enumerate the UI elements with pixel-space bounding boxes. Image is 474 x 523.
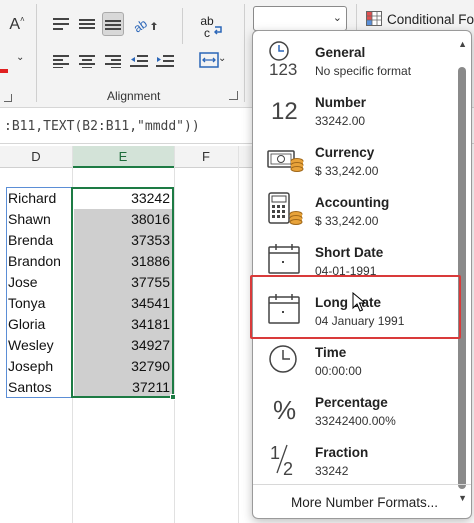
chevron-down-icon[interactable]: ⌄ bbox=[333, 11, 342, 24]
currency-icon bbox=[265, 139, 305, 179]
decrease-indent-button[interactable] bbox=[128, 50, 150, 72]
format-item-fraction[interactable]: 1 2 Fraction 33242 bbox=[253, 433, 453, 483]
ribbon-separator bbox=[244, 4, 245, 102]
selected-range-border bbox=[71, 187, 174, 398]
format-sample: 00:00:00 bbox=[315, 364, 362, 378]
grid-line bbox=[238, 146, 239, 523]
format-sample: $ 33,242.00 bbox=[315, 214, 379, 228]
align-left-icon bbox=[53, 55, 69, 68]
caret-up-icon: ˄ bbox=[20, 14, 25, 24]
wrap-arrow-icon bbox=[214, 26, 222, 35]
align-right-icon bbox=[105, 55, 121, 68]
wrap-text-label-2: c bbox=[204, 26, 210, 40]
increase-indent-icon bbox=[156, 55, 174, 67]
svg-text:123: 123 bbox=[269, 60, 297, 79]
column-header-f[interactable]: F bbox=[174, 146, 238, 168]
top-align-button[interactable] bbox=[50, 12, 72, 36]
conditional-formatting-label: Conditional For bbox=[387, 12, 474, 27]
scroll-up-icon[interactable]: ▲ bbox=[458, 39, 467, 49]
format-item-accounting[interactable]: Accounting $ 33,242.00 bbox=[253, 183, 453, 233]
chevron-down-icon[interactable]: ⌄ bbox=[218, 53, 226, 64]
format-name: Currency bbox=[315, 145, 375, 160]
merge-center-button[interactable]: ⌄ bbox=[194, 48, 226, 72]
format-item-time[interactable]: Time 00:00:00 bbox=[253, 333, 453, 383]
fraction-icon: 12 bbox=[265, 439, 305, 479]
merge-center-icon bbox=[199, 52, 219, 68]
decrease-indent-icon bbox=[130, 55, 148, 67]
align-right-button[interactable] bbox=[102, 50, 124, 72]
middle-align-button[interactable] bbox=[76, 12, 98, 36]
more-number-formats-link[interactable]: More Number Formats... bbox=[291, 495, 438, 510]
align-center-button[interactable] bbox=[76, 50, 98, 72]
format-item-general[interactable]: 123 General No specific format bbox=[253, 33, 453, 83]
format-item-number[interactable]: 12 Number 33242.00 bbox=[253, 83, 453, 133]
format-name: Percentage bbox=[315, 395, 388, 410]
align-left-button[interactable] bbox=[50, 50, 72, 72]
font-size-increase-label: A bbox=[9, 16, 20, 33]
column-header-d[interactable]: D bbox=[0, 146, 72, 168]
clock-icon bbox=[265, 339, 305, 379]
format-sample: 33242400.00% bbox=[315, 414, 396, 428]
calendar-icon bbox=[265, 239, 305, 279]
svg-text:ab: ab bbox=[132, 16, 150, 34]
align-top-icon bbox=[53, 18, 69, 30]
format-name: Number bbox=[315, 95, 367, 110]
alignment-group-launcher-icon[interactable] bbox=[229, 91, 238, 100]
align-center-icon bbox=[79, 55, 95, 68]
ribbon-separator bbox=[182, 8, 183, 44]
format-item-currency[interactable]: Currency $ 33,242.00 bbox=[253, 133, 453, 183]
orientation-button[interactable]: ab bbox=[130, 12, 160, 36]
format-sample: No specific format bbox=[315, 64, 412, 78]
conditional-formatting-button[interactable]: Conditional For bbox=[366, 10, 474, 30]
format-name: General bbox=[315, 45, 366, 60]
percent-icon: % bbox=[265, 389, 305, 429]
svg-text:1: 1 bbox=[270, 443, 280, 463]
svg-text:12: 12 bbox=[271, 98, 298, 125]
format-name: Time bbox=[315, 345, 347, 360]
font-color-button[interactable]: ⌄ bbox=[0, 48, 30, 74]
format-sample: 33242 bbox=[315, 464, 349, 478]
number-format-combobox[interactable]: ⌄ bbox=[253, 6, 347, 31]
format-item-percentage[interactable]: % Percentage 33242400.00% bbox=[253, 383, 453, 433]
formula-text: :B11,TEXT(B2:B11,"mmdd")) bbox=[4, 119, 200, 134]
column-header-e[interactable]: E bbox=[72, 146, 174, 168]
names-range-border bbox=[6, 187, 72, 398]
svg-text:%: % bbox=[273, 395, 296, 425]
mouse-cursor-icon bbox=[352, 292, 367, 312]
increase-font-size-button[interactable]: A ˄ bbox=[8, 14, 26, 36]
font-group-launcher-icon[interactable] bbox=[4, 94, 12, 102]
dropdown-separator bbox=[253, 484, 471, 485]
scroll-down-icon[interactable]: ▼ bbox=[458, 493, 467, 503]
format-sample: 33242.00 bbox=[315, 114, 366, 128]
format-name: Short Date bbox=[315, 245, 384, 260]
grid-line bbox=[174, 146, 175, 523]
orientation-icon: ab bbox=[132, 16, 157, 34]
alignment-group-label: Alignment bbox=[107, 89, 161, 103]
calculator-icon bbox=[265, 189, 305, 229]
align-bottom-icon bbox=[105, 20, 121, 30]
format-sample: $ 33,242.00 bbox=[315, 164, 379, 178]
number-12-icon: 12 bbox=[265, 89, 305, 129]
bottom-align-button[interactable] bbox=[102, 12, 124, 36]
align-middle-icon bbox=[79, 19, 95, 29]
svg-text:2: 2 bbox=[283, 459, 293, 479]
increase-indent-button[interactable] bbox=[154, 50, 176, 72]
font-color-swatch bbox=[0, 69, 8, 73]
format-name: Fraction bbox=[315, 445, 369, 460]
fill-handle[interactable] bbox=[170, 394, 176, 400]
conditional-formatting-icon bbox=[366, 11, 382, 26]
ribbon-separator bbox=[36, 4, 37, 102]
clock-123-icon: 123 bbox=[265, 39, 305, 79]
column-header-g[interactable] bbox=[238, 146, 252, 168]
chevron-down-icon[interactable]: ⌄ bbox=[16, 52, 24, 63]
format-name: Accounting bbox=[315, 195, 390, 210]
